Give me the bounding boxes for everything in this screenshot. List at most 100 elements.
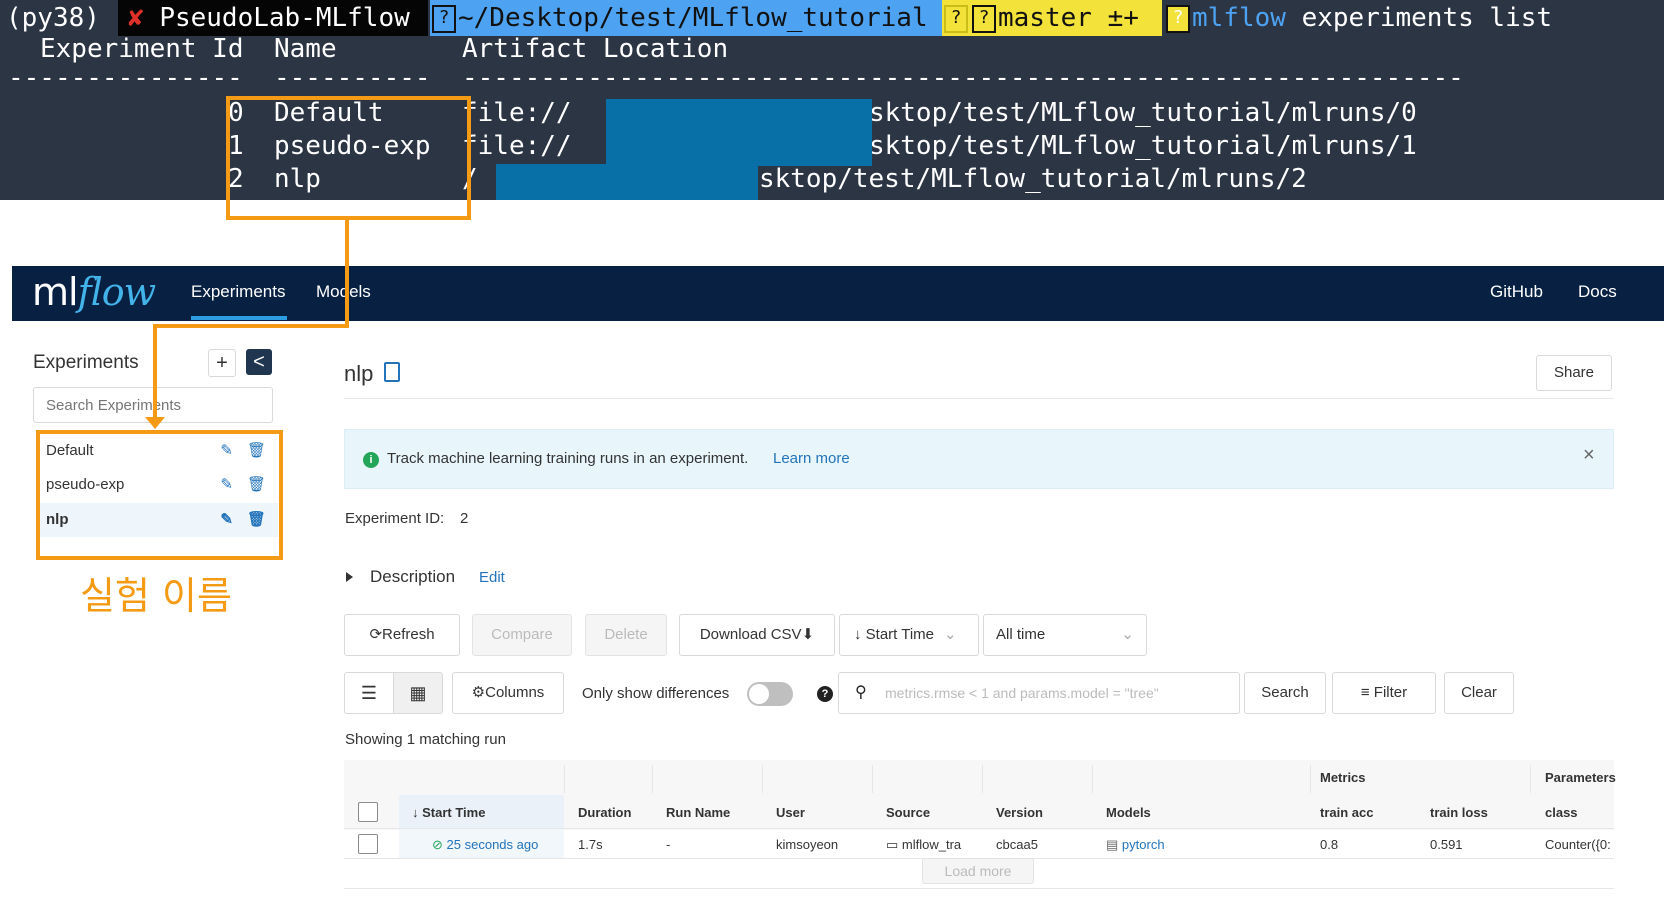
clear-button[interactable]: Clear [1444,672,1514,714]
metric-train-loss: 0.591 [1430,837,1463,852]
run-user: kimsoyeon [776,837,839,852]
row-loc-suffix: /Desktop/test/MLflow_tutorial/mlruns/0 [822,98,1417,128]
run-search-placeholder: metrics.rmse < 1 and params.model = "tre… [885,685,1159,701]
load-more-button[interactable]: Load more [922,858,1034,884]
monitor-icon: ▭ [886,837,899,852]
close-icon[interactable]: × [1583,444,1595,467]
nav-github[interactable]: GitHub [1490,282,1543,302]
info-text: Track machine learning training runs in … [387,450,749,467]
redaction-block [606,99,872,166]
prompt-env: (py38) [0,0,124,36]
list-icon: ☰ [360,683,378,703]
share-button[interactable]: Share [1536,355,1612,391]
prompt-branch: master ±+ [998,3,1139,33]
info-icon: i [363,452,379,468]
prompt-path-segment: ? ~/Desktop/test/MLflow_tutorial [430,0,942,36]
annotation-label: 실험 이름 [80,574,232,618]
gear-icon: ⚙ [471,684,486,701]
group-header-metrics: Metrics [1320,770,1366,785]
command-name: mlflow [1192,3,1286,33]
column-header-start-time[interactable]: ↓ Start Time [412,805,485,820]
caret-right-icon[interactable] [346,572,353,582]
success-check-icon: ⊘ [432,837,443,852]
prompt-user: PseudoLab-MLflow [159,3,410,33]
terminal-names-highlight [226,96,471,220]
description-label[interactable]: Description [370,567,455,587]
redaction-block [496,164,758,200]
param-class: Counter({0: [1545,837,1611,852]
row-checkbox[interactable] [358,834,378,854]
column-header-models[interactable]: Models [1106,805,1151,820]
separator-location: ----------------------------------------… [462,63,1464,93]
table-view-toggle[interactable]: ▦ [393,672,443,714]
unknown-glyph-icon: ? [432,4,456,33]
prompt-path: ~/Desktop/test/MLflow_tutorial [458,3,928,33]
metric-train-acc: 0.8 [1320,837,1339,852]
showing-count: Showing 1 matching run [345,731,506,748]
chevron-down-icon: ⌄ [1121,626,1134,643]
help-icon[interactable]: ? [817,686,833,702]
add-experiment-button[interactable]: + [208,349,236,377]
column-header-user[interactable]: User [776,805,805,820]
run-model-link[interactable]: ▤ pytorch [1106,837,1165,853]
filter-button[interactable]: ≡ Filter [1332,672,1436,714]
row-loc-suffix: /Desktop/test/MLflow_tutorial/mlruns/2 [712,164,1307,194]
copy-icon[interactable] [384,362,400,382]
page-title: nlp [344,361,374,386]
learn-more-link[interactable]: Learn more [773,450,850,467]
git-branch-icon: ? [972,4,996,33]
run-duration: 1.7s [578,837,603,852]
description-edit-link[interactable]: Edit [479,569,505,586]
column-header-class[interactable]: class [1545,805,1578,820]
row-loc-suffix: /Desktop/test/MLflow_tutorial/mlruns/1 [822,131,1417,161]
column-header-train-loss[interactable]: train loss [1430,805,1488,820]
sidebar-names-highlight [36,430,283,560]
run-start-time-link[interactable]: ⊘ 25 seconds ago [432,837,538,853]
refresh-icon: ⟳ [369,626,383,643]
chevron-down-icon: ⌄ [944,626,957,643]
download-csv-button[interactable]: Download CSV⬇ [679,614,835,656]
command-args: experiments list [1285,3,1553,33]
column-header-train-acc[interactable]: train acc [1320,805,1373,820]
connector-line [345,218,349,328]
run-source[interactable]: ▭ mlflow_tra [886,837,961,853]
top-navbar: mlflow Experiments Models GitHub Docs [12,266,1664,321]
nav-docs[interactable]: Docs [1578,282,1617,302]
mlflow-logo[interactable]: mlflow [32,270,156,314]
only-diff-label: Only show differences [582,685,730,702]
select-all-checkbox[interactable] [358,802,378,822]
group-header-parameters: Parameters [1545,770,1616,785]
experiment-id-label: Experiment ID: [345,510,445,527]
sort-arrow-icon: ↓ [854,626,862,643]
columns-button[interactable]: ⚙Columns [452,672,564,714]
run-search-input[interactable]: ⚲ metrics.rmse < 1 and params.model = "t… [838,672,1240,714]
separator-name: ---------- [274,63,431,93]
time-range-select[interactable]: All time ⌄ [983,614,1147,656]
column-header-source[interactable]: Source [886,805,930,820]
delete-button[interactable]: Delete [585,614,667,656]
row-loc-prefix: file:// [462,131,572,161]
search-button[interactable]: Search [1244,672,1326,714]
nav-experiments[interactable]: Experiments [191,282,285,302]
separator-id: --------------- [8,63,243,93]
run-name: - [666,837,671,852]
prompt-user-segment: ✘ PseudoLab-MLflow [118,0,428,36]
sort-select[interactable]: ↓ Start Time ⌄ [839,614,979,656]
column-header-version[interactable]: Version [996,805,1043,820]
nav-models[interactable]: Models [316,282,371,302]
column-header-run-name[interactable]: Run Name [666,805,730,820]
unknown-glyph-icon: ? [944,4,968,33]
info-banner: i Track machine learning training runs i… [344,429,1614,489]
filter-icon: ≡ [1360,684,1370,701]
only-diff-toggle[interactable] [747,682,793,706]
refresh-button[interactable]: ⟳Refresh [344,614,460,656]
connector-line [153,324,349,328]
compare-button[interactable]: Compare [472,614,572,656]
error-status-icon: ✘ [128,3,144,33]
model-file-icon: ▤ [1106,837,1119,852]
list-view-toggle[interactable]: ☰ [344,672,394,714]
column-header-duration[interactable]: Duration [578,805,631,820]
title-divider [344,398,1614,399]
collapse-sidebar-button[interactable]: < [246,349,272,375]
connector-line [153,324,157,419]
